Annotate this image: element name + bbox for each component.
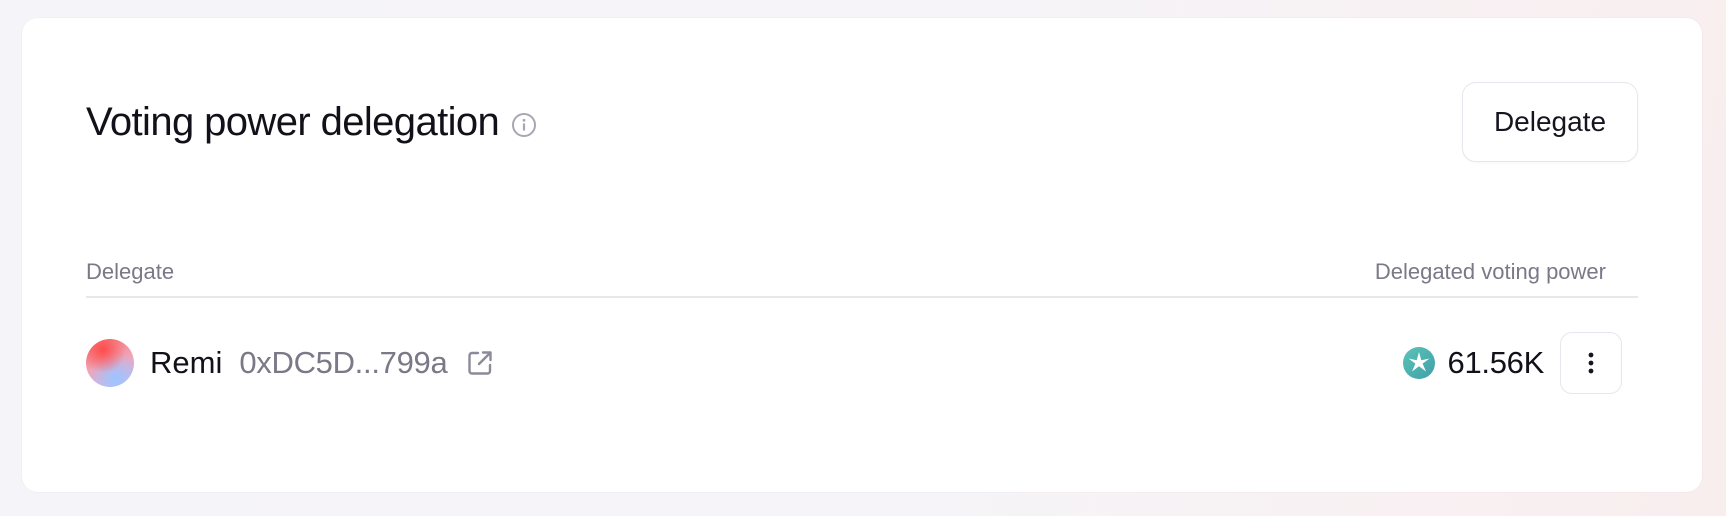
voting-power-value: 61.56K	[1447, 345, 1545, 380]
card-header: Voting power delegation Delegate	[86, 82, 1638, 162]
delegation-table: Delegate Delegated voting power Remi 0xD…	[86, 248, 1638, 428]
column-header-voting-power: Delegated voting power	[1374, 259, 1606, 284]
avatar	[86, 339, 134, 387]
voting-power-cell: 61.56K	[1402, 332, 1622, 394]
delegate-cell: Remi 0xDC5D...799a	[86, 339, 495, 387]
table-header: Delegate Delegated voting power	[86, 248, 1638, 298]
delegation-card: Voting power delegation Delegate Delegat…	[22, 18, 1702, 492]
title-group: Voting power delegation	[86, 100, 537, 145]
delegate-address: 0xDC5D...799a	[239, 345, 448, 380]
column-header-delegate: Delegate	[86, 259, 175, 284]
row-menu-button[interactable]	[1560, 332, 1622, 394]
info-icon[interactable]	[511, 112, 537, 138]
token-star-icon	[1402, 346, 1436, 380]
delegate-name: Remi	[150, 345, 223, 380]
delegate-button[interactable]: Delegate	[1462, 82, 1638, 162]
page-title: Voting power delegation	[86, 99, 500, 144]
more-vertical-icon	[1587, 351, 1595, 375]
table-row: Remi 0xDC5D...799a 61.56K	[86, 298, 1638, 428]
external-link-icon[interactable]	[465, 348, 495, 378]
